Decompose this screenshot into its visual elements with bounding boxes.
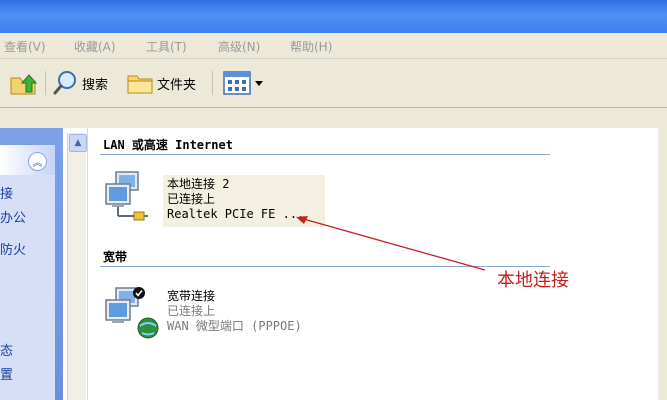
window-right-edge [658, 108, 667, 400]
annotation-arrow [296, 216, 486, 271]
annotation-label: 本地连接 [497, 270, 569, 291]
